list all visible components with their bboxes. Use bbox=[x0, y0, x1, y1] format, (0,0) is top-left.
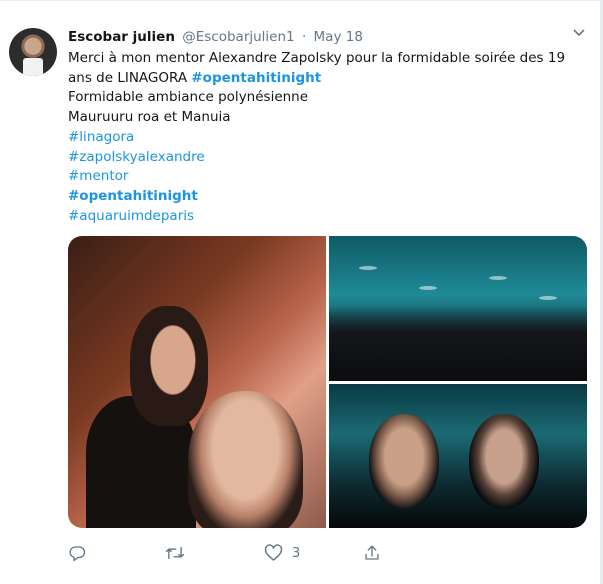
hashtag-link[interactable]: #opentahitinight bbox=[68, 187, 573, 207]
photo-fish bbox=[489, 276, 507, 280]
like-count: 3 bbox=[292, 545, 301, 561]
avatar[interactable] bbox=[9, 28, 57, 76]
chevron-down-icon[interactable] bbox=[573, 26, 585, 40]
photo-crowd bbox=[329, 306, 587, 381]
heart-icon[interactable] bbox=[264, 544, 283, 562]
photo-figure bbox=[369, 414, 439, 509]
author-name[interactable]: Escobar julien bbox=[68, 29, 175, 45]
text-line: Mauruuru roa et Manuia bbox=[68, 109, 231, 126]
share-icon[interactable] bbox=[363, 542, 381, 564]
photo-fish bbox=[539, 296, 557, 300]
photo-selfie-venue[interactable] bbox=[68, 236, 326, 528]
hashtag-link[interactable]: #opentahitinight bbox=[191, 70, 321, 86]
photo-figure bbox=[469, 414, 539, 509]
separator: · bbox=[301, 29, 307, 45]
hashtag-link[interactable]: #mentor bbox=[68, 167, 573, 187]
tweet-text: Merci à mon mentor Alexandre Zapolsky po… bbox=[68, 49, 573, 226]
tweet-date[interactable]: May 18 bbox=[314, 29, 363, 45]
photo-figure bbox=[188, 391, 303, 528]
retweet-icon[interactable] bbox=[165, 542, 185, 564]
author-handle[interactable]: @Escobarjulien1 bbox=[182, 29, 294, 45]
photo-figure bbox=[130, 306, 208, 426]
text-line: ans de LINAGORA #opentahitinight bbox=[68, 69, 322, 86]
hashtag-link[interactable]: #linagora bbox=[68, 128, 573, 148]
photo-fish bbox=[359, 266, 377, 270]
text-line: Merci à mon mentor Alexandre Zapolsky po… bbox=[68, 50, 566, 66]
hashtag-link[interactable]: #aquaruimdeparis bbox=[68, 207, 573, 227]
tweet-card[interactable]: Escobar julien @Escobarjulien1 · May 18 … bbox=[0, 0, 603, 584]
reply-icon[interactable] bbox=[68, 542, 86, 564]
like-button[interactable]: 3 bbox=[264, 542, 300, 564]
photo-aquarium-selfie[interactable] bbox=[329, 384, 587, 528]
tweet-actions: 3 bbox=[68, 542, 508, 564]
hashtag-link[interactable]: #zapolskyalexandre bbox=[68, 148, 573, 168]
tweet-header: Escobar julien @Escobarjulien1 · May 18 bbox=[68, 27, 363, 47]
avatar-shirt bbox=[23, 58, 43, 76]
photo-aquarium-crowd[interactable] bbox=[329, 236, 587, 381]
text-line: Formidable ambiance polynésienne bbox=[68, 89, 309, 106]
photo-fish bbox=[419, 286, 437, 290]
media-grid bbox=[68, 236, 587, 528]
